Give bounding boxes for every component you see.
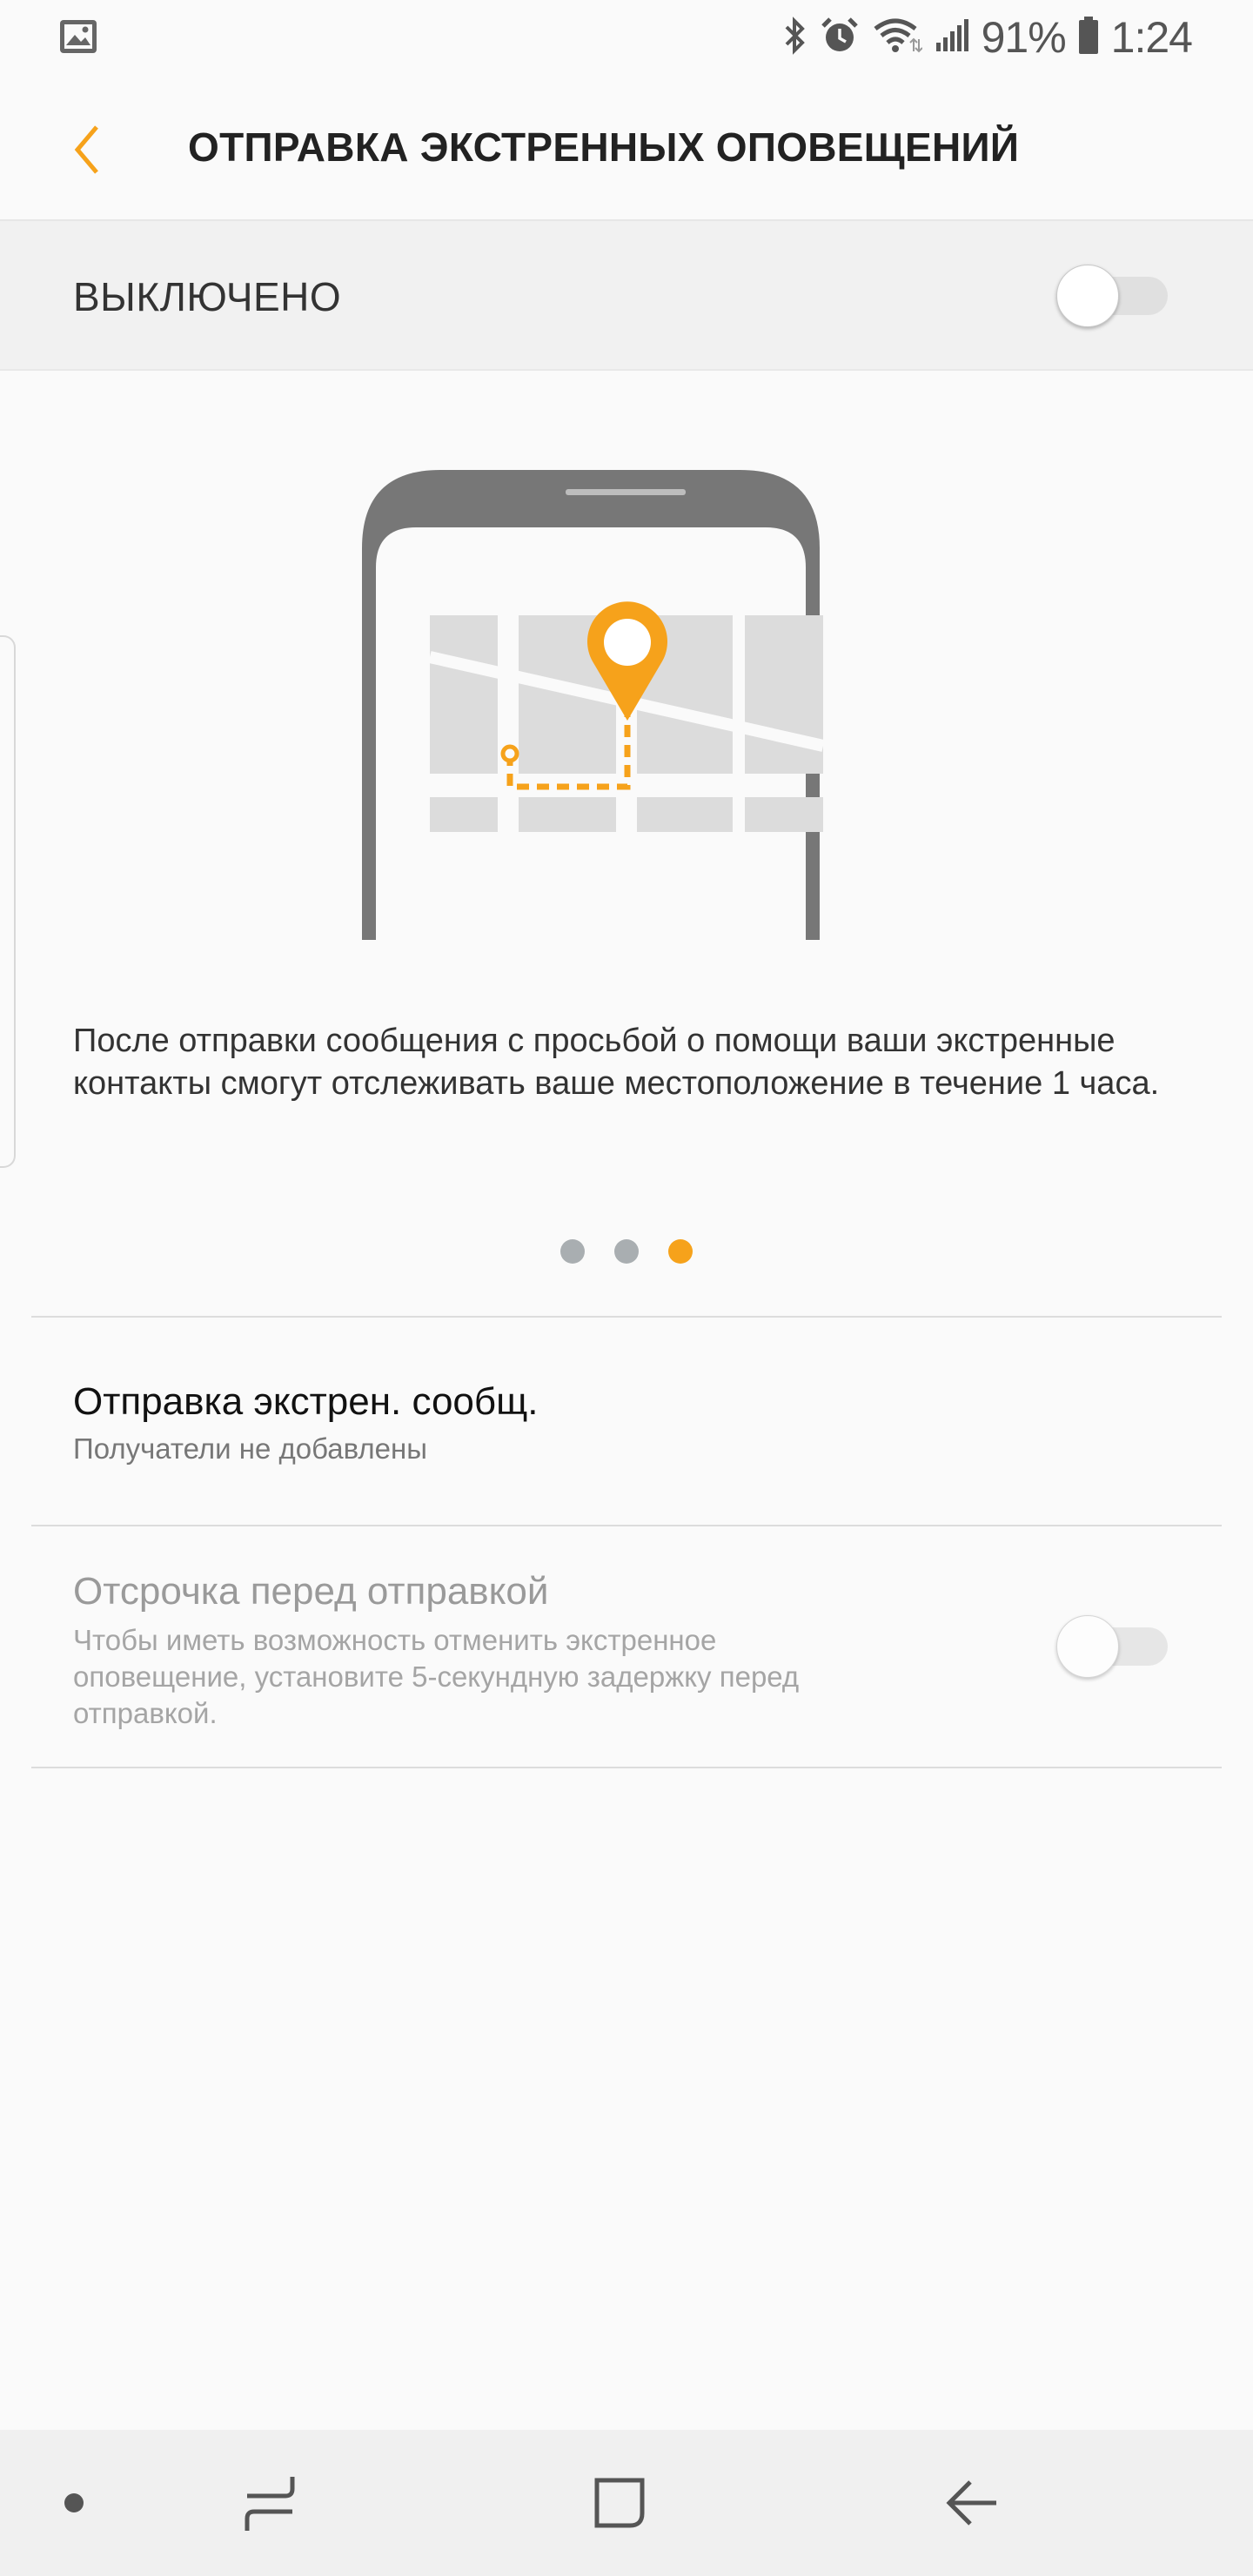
master-switch-bar[interactable]: ВЫКЛЮЧЕНО — [0, 221, 1253, 371]
page-indicator — [0, 1239, 1253, 1265]
gallery-icon — [59, 19, 97, 54]
page-dot[interactable] — [560, 1239, 585, 1264]
alarm-icon — [820, 16, 860, 60]
item-subtitle: Чтобы иметь возможность отменить экстрен… — [73, 1624, 800, 1729]
home-icon[interactable] — [567, 2430, 672, 2576]
navigation-bar — [0, 2430, 1253, 2576]
signal-icon — [935, 18, 969, 57]
send-sos-messages-item[interactable]: Отправка экстрен. сообщ. Получатели не д… — [0, 1318, 1253, 1523]
master-switch-label: ВЫКЛЮЧЕНО — [73, 274, 342, 319]
item-subtitle: Получатели не добавлены — [73, 1432, 427, 1465]
chevron-left-icon — [74, 125, 98, 174]
back-button[interactable] — [56, 115, 117, 184]
edge-panel-handle[interactable] — [0, 635, 16, 1168]
master-toggle[interactable] — [1056, 265, 1169, 327]
dot-icon[interactable] — [35, 2430, 113, 2576]
feature-description: После отправки сообщения с просьбой о по… — [73, 1023, 1160, 1102]
battery-percent: 91% — [981, 13, 1067, 62]
wifi-icon — [872, 17, 923, 59]
divider — [31, 1767, 1222, 1768]
delay-toggle[interactable] — [1056, 1615, 1169, 1678]
battery-icon — [1078, 16, 1099, 59]
item-title: Отсрочка перед отправкой — [73, 1570, 549, 1613]
clock: 1:24 — [1110, 13, 1193, 62]
page-dot-active[interactable] — [668, 1239, 693, 1264]
page-dot[interactable] — [614, 1239, 639, 1264]
item-title: Отправка экстрен. сообщ. — [73, 1380, 539, 1423]
app-header: ОТПРАВКА ЭКСТРЕННЫХ ОПОВЕЩЕНИЙ — [0, 77, 1253, 221]
location-tracking-illustration — [287, 453, 966, 940]
recents-icon[interactable] — [218, 2430, 322, 2576]
back-arrow-icon[interactable] — [919, 2430, 1023, 2576]
bluetooth-icon — [783, 16, 807, 59]
status-bar: 91% 1:24 — [0, 0, 1253, 77]
delay-before-sending-item[interactable]: Отсрочка перед отправкой Чтобы иметь воз… — [0, 1526, 1253, 1767]
page-title: ОТПРАВКА ЭКСТРЕННЫХ ОПОВЕЩЕНИЙ — [188, 124, 1020, 170]
